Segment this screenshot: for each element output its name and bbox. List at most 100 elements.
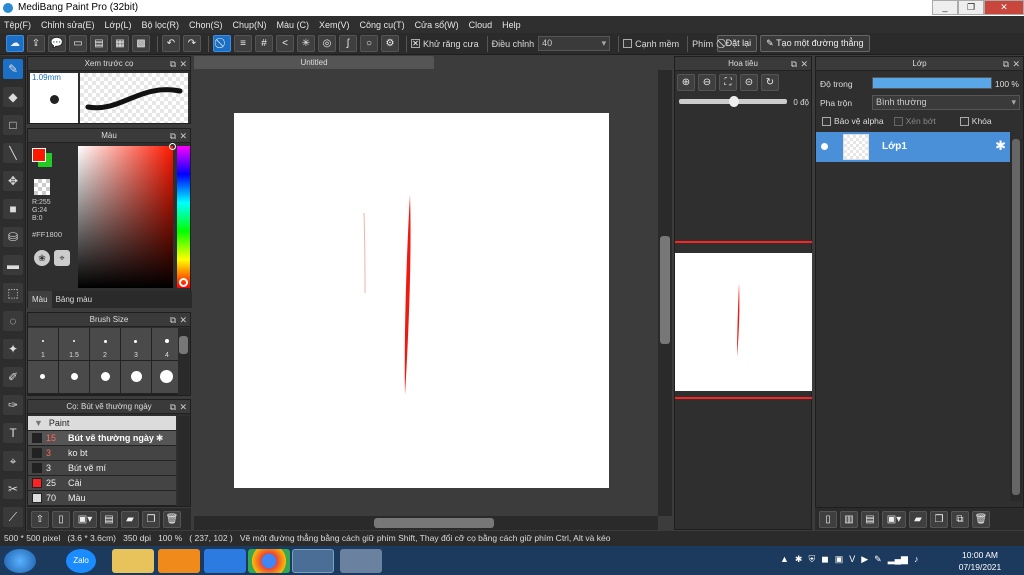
gradient-tool-icon[interactable]: ▬ <box>3 255 23 275</box>
perspective-snap-icon[interactable]: < <box>276 35 294 52</box>
brush-item[interactable]: 3 ko bt <box>28 446 176 461</box>
grid-snap-icon[interactable]: # <box>255 35 273 52</box>
merge-layer-icon[interactable]: ⧉ <box>951 510 969 528</box>
tab-palette[interactable]: Bảng màu <box>52 291 96 308</box>
layer-folder-icon[interactable]: ▰ <box>909 510 927 528</box>
line-tool-icon[interactable]: ╲ <box>3 143 23 163</box>
drawing-canvas[interactable] <box>234 113 609 488</box>
tiles-icon[interactable]: ▩ <box>132 35 150 52</box>
size-cell[interactable]: 1.5 <box>59 328 89 360</box>
layer-gear-icon[interactable]: ✱ <box>995 138 1006 154</box>
size-cell[interactable] <box>90 361 120 393</box>
upload-icon[interactable]: ⇧ <box>31 510 49 528</box>
signal-icon[interactable]: ▂▄▆ <box>888 554 908 565</box>
canvas-vscroll-thumb[interactable] <box>660 236 670 344</box>
clip-checkbox[interactable] <box>893 116 903 126</box>
eye-icon[interactable] <box>821 143 828 150</box>
media-player-icon[interactable] <box>158 549 200 573</box>
canvas-hscrollbar[interactable] <box>194 516 658 530</box>
document-tab[interactable]: Untitled <box>194 56 434 69</box>
grid-doc-icon[interactable]: ▦ <box>111 35 129 52</box>
select-pen-icon[interactable]: ✐ <box>3 367 23 387</box>
clock[interactable]: 10:00 AM 07/19/2021 <box>950 549 1010 573</box>
protect-alpha-checkbox[interactable] <box>822 116 831 126</box>
bucket-tool-icon[interactable]: ⛁ <box>3 227 23 247</box>
brush-item[interactable]: 15 Bút vẽ thường ngày ✱ <box>28 431 176 446</box>
select-tool-icon[interactable]: ⬚ <box>3 283 23 303</box>
size-cell[interactable]: 1 <box>28 328 58 360</box>
menu-snap[interactable]: Chụp(N) <box>233 20 267 30</box>
palette-icon[interactable]: ❀ <box>34 250 50 266</box>
share-icon[interactable]: ⇪ <box>27 35 45 52</box>
operation-tool-icon[interactable]: ⌖ <box>3 451 23 471</box>
color-picker-icon[interactable]: ⌖ <box>54 250 70 266</box>
folder-icon[interactable]: ▰ <box>121 510 139 528</box>
medibang-icon[interactable] <box>292 549 334 573</box>
duplicate-icon[interactable]: ❐ <box>142 510 160 528</box>
bluetooth-icon[interactable]: ✱ <box>795 554 803 565</box>
undock-icon[interactable]: ⧉ <box>791 57 797 71</box>
saturation-value-picker[interactable] <box>78 143 176 288</box>
gear-icon[interactable]: ✱ <box>156 433 164 444</box>
eyedropper-icon[interactable]: ⟋ <box>3 507 23 527</box>
size-scroll-thumb[interactable] <box>179 336 188 354</box>
lasso-tool-icon[interactable]: ◌ <box>3 311 23 331</box>
layer-scroll-thumb[interactable] <box>1012 139 1020 495</box>
new-halftone-layer-icon[interactable]: ▥ <box>840 510 858 528</box>
hue-slider[interactable] <box>177 146 190 288</box>
menu-help[interactable]: Help <box>502 20 521 30</box>
undock-icon[interactable]: ⧉ <box>170 400 176 414</box>
concentric-snap-icon[interactable]: ◎ <box>318 35 336 52</box>
radial-snap-icon[interactable]: ✳ <box>297 35 315 52</box>
antialias-checkbox[interactable]: ✕ <box>411 39 420 48</box>
menu-layer[interactable]: Lớp(L) <box>105 20 132 30</box>
document-icon[interactable]: ▤ <box>90 35 108 52</box>
volume-icon[interactable]: ♪ <box>914 554 919 565</box>
close-panel-icon[interactable]: ✕ <box>179 400 187 414</box>
add-layer-menu-icon[interactable]: ▣▾ <box>882 510 906 528</box>
comment-icon[interactable]: 💬 <box>48 35 66 52</box>
layer-row[interactable]: Lớp1 ✱ <box>816 132 1010 162</box>
curve-snap-icon[interactable]: ʃ <box>339 35 357 52</box>
close-panel-icon[interactable]: ✕ <box>179 129 187 143</box>
menu-cloud[interactable]: Cloud <box>469 20 493 30</box>
primary-color-swatch[interactable] <box>32 148 46 162</box>
undock-icon[interactable]: ⧉ <box>170 313 176 327</box>
gear-snap-icon[interactable]: ⚙ <box>381 35 399 52</box>
circle-snap-icon[interactable]: ○ <box>360 35 378 52</box>
close-panel-icon[interactable]: ✕ <box>800 57 808 71</box>
zoom-out-icon[interactable]: ⊖ <box>698 74 716 91</box>
chat-icon[interactable]: ▭ <box>69 35 87 52</box>
straight-line-button[interactable]: ✎ Tạo một đường thẳng <box>760 35 870 52</box>
text-tool-icon[interactable]: T <box>3 423 23 443</box>
menu-select[interactable]: Chọn(S) <box>189 20 223 30</box>
size-cell[interactable]: 2 <box>90 328 120 360</box>
brush-item[interactable]: 3 Bút vẽ mí <box>28 461 176 476</box>
brush-tool-icon[interactable]: ✎ <box>3 59 23 79</box>
antivirus-icon[interactable]: V <box>849 554 855 565</box>
layer-scrollbar[interactable] <box>1010 139 1022 501</box>
size-cell[interactable]: 3 <box>121 328 151 360</box>
size-cell[interactable] <box>121 361 151 393</box>
smooth-checkbox[interactable] <box>623 39 633 48</box>
chrome-icon[interactable] <box>248 549 290 573</box>
zoom-actual-icon[interactable]: ⊝ <box>740 74 758 91</box>
tools-icon[interactable] <box>340 549 382 573</box>
dot-tool-icon[interactable]: □ <box>3 115 23 135</box>
adjust-select[interactable]: 40 <box>538 36 611 51</box>
undock-icon[interactable]: ⧉ <box>170 57 176 71</box>
close-panel-icon[interactable]: ✕ <box>1012 57 1020 71</box>
media-icon[interactable]: ▶ <box>861 554 868 565</box>
zoom-in-icon[interactable]: ⊕ <box>677 74 695 91</box>
delete-layer-icon[interactable]: 🗑 <box>972 510 990 528</box>
zalo-icon[interactable]: Zalo <box>66 549 96 573</box>
eraser-tool-icon[interactable]: ◆ <box>3 87 23 107</box>
redo-icon[interactable]: ↷ <box>183 35 201 52</box>
undo-icon[interactable]: ↶ <box>162 35 180 52</box>
tab-color[interactable]: Màu <box>28 291 52 308</box>
size-cell[interactable] <box>59 361 89 393</box>
cloud-icon[interactable]: ☁ <box>6 35 24 52</box>
menu-view[interactable]: Xem(V) <box>319 20 350 30</box>
close-panel-icon[interactable]: ✕ <box>179 57 187 71</box>
menu-filter[interactable]: Bộ lọc(R) <box>141 20 179 30</box>
